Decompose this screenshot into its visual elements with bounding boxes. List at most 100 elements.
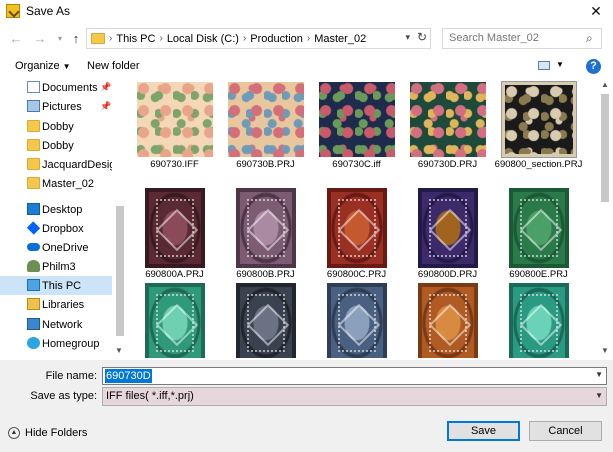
sidebar-item-dobby[interactable]: Dobby — [0, 136, 112, 155]
homegroup-icon — [27, 337, 40, 349]
search-input[interactable]: Search Master_02 — [442, 28, 602, 49]
rug-pattern — [327, 189, 386, 267]
address-bar[interactable]: › This PC › Local Disk (C:) › Production… — [86, 28, 431, 49]
title-bar: Save As ✕ — [0, 0, 613, 22]
forward-arrow-icon[interactable]: → — [30, 30, 50, 48]
file-item[interactable]: 690800_section.PRJ — [493, 81, 584, 170]
sidebar-item-label: Documents — [42, 81, 98, 94]
sidebar-item-pictures[interactable]: Pictures 📌 — [0, 97, 112, 116]
file-item[interactable]: 690730D.PRJ — [402, 82, 493, 170]
save-type-select[interactable]: IFF files( *.iff,*.prj) ▼ — [102, 387, 607, 406]
sidebar-item-label: Network — [42, 318, 83, 331]
file-item[interactable]: 690800E.PRJ — [493, 188, 584, 280]
file-item[interactable] — [129, 283, 220, 358]
save-type-value: IFF files( *.iff,*.prj) — [106, 390, 194, 402]
rug-pattern — [418, 284, 477, 358]
sidebar-item-philm3[interactable]: Philm3 — [0, 257, 112, 276]
pin-icon: 📌 — [100, 82, 112, 92]
sidebar-item-jacquarddesigne[interactable]: JacquardDesigne — [0, 155, 112, 174]
file-item[interactable]: 690730.IFF — [129, 82, 220, 170]
close-button[interactable]: ✕ — [579, 0, 613, 22]
sidebar-item-label: OneDrive — [42, 241, 89, 254]
breadcrumb-production[interactable]: Production — [250, 33, 303, 45]
navigation-bar: ← → ▾ ↑ › This PC › Local Disk (C:) › Pr… — [0, 26, 613, 52]
sidebar-item-this-pc[interactable]: This PC — [0, 276, 112, 295]
sidebar-item-libraries[interactable]: Libraries — [0, 295, 112, 314]
dropbox-icon — [26, 221, 41, 235]
sidebar-item-dropbox[interactable]: Dropbox — [0, 219, 112, 238]
view-dropdown-icon[interactable]: ▼ — [556, 60, 564, 69]
file-name-field[interactable]: 690730D ▼ — [102, 367, 607, 385]
scroll-down-icon[interactable]: ▼ — [601, 346, 609, 355]
file-item[interactable] — [311, 283, 402, 358]
cancel-button[interactable]: Cancel — [529, 421, 602, 441]
sidebar-item-label: Master_02 — [42, 177, 94, 190]
file-item[interactable]: 690800B.PRJ — [220, 188, 311, 280]
sidebar-item-label: Dobby — [42, 120, 74, 133]
breadcrumb-master-02[interactable]: Master_02 — [314, 33, 366, 45]
rug-thumbnail — [144, 283, 205, 358]
window-title: Save As — [26, 4, 71, 18]
view-options-icon[interactable] — [538, 61, 550, 70]
toolbar: Organize ▼ New folder ▼ ? — [0, 56, 613, 78]
folder-icon — [27, 158, 40, 170]
sidebar-item-homegroup[interactable]: Homegroup — [0, 334, 112, 353]
file-item[interactable] — [220, 283, 311, 358]
file-name-value: 690730D — [105, 369, 152, 383]
sidebar-item-documents[interactable]: Documents 📌 — [0, 78, 112, 97]
sidebar-scrollbar[interactable]: ▼ — [114, 78, 126, 358]
rug-thumbnail — [235, 188, 296, 268]
breadcrumb-this-pc[interactable]: This PC — [116, 33, 155, 45]
sidebar-item-onedrive[interactable]: OneDrive — [0, 238, 112, 257]
sidebar-item-label: JacquardDesigne — [42, 158, 112, 171]
save-button[interactable]: Save — [447, 421, 520, 441]
file-item[interactable]: 690800C.PRJ — [311, 188, 402, 280]
file-name-dropdown-icon[interactable]: ▼ — [595, 370, 603, 379]
file-name: 690800_section.PRJ — [494, 159, 583, 170]
file-item[interactable]: 690730B.PRJ — [220, 82, 311, 170]
hide-folders-button[interactable]: ▲ Hide Folders — [8, 427, 87, 439]
file-item[interactable]: 690800A.PRJ — [129, 188, 220, 280]
content-scroll-thumb[interactable] — [601, 94, 609, 202]
rug-pattern — [145, 189, 204, 267]
rug-thumbnail — [144, 188, 205, 268]
file-item[interactable] — [493, 283, 584, 358]
sidebar-scroll-thumb[interactable] — [116, 206, 124, 336]
content-scrollbar[interactable]: ▲ ▼ — [598, 78, 612, 358]
breadcrumb-local-disk[interactable]: Local Disk (C:) — [167, 33, 239, 45]
organize-button[interactable]: Organize ▼ — [15, 60, 71, 72]
file-name: 690730.IFF — [150, 159, 199, 170]
file-name: 690730C.iff — [332, 159, 381, 170]
navigation-pane: Documents 📌 Pictures 📌 Dobby Dobby JacquardDes… — [0, 78, 125, 358]
sidebar-item-label: Dobby — [42, 139, 74, 152]
address-dropdown-icon[interactable]: ▾ — [405, 32, 410, 43]
sidebar-scroll-down-icon[interactable]: ▼ — [115, 346, 123, 355]
rug-thumbnail — [235, 283, 296, 358]
file-item[interactable] — [402, 283, 493, 358]
new-folder-button[interactable]: New folder — [87, 60, 140, 72]
onedrive-icon — [27, 243, 40, 251]
file-item[interactable]: 690730C.iff — [311, 82, 402, 170]
app-icon — [6, 4, 20, 18]
sidebar-item-dobby[interactable]: Dobby — [0, 117, 112, 136]
rug-pattern — [236, 284, 295, 358]
file-item[interactable]: 690800D.PRJ — [402, 188, 493, 280]
fabric-pattern — [409, 82, 486, 157]
rug-thumbnail — [508, 283, 569, 358]
fabric-thumbnail — [227, 82, 304, 157]
folder-icon — [27, 120, 40, 132]
sidebar-item-label: Homegroup — [42, 337, 100, 350]
scroll-up-icon[interactable]: ▲ — [601, 80, 609, 89]
sidebar-item-network[interactable]: Network — [0, 315, 112, 334]
file-name: 690800E.PRJ — [509, 269, 568, 280]
up-arrow-icon[interactable]: ↑ — [66, 30, 86, 48]
sidebar-item-master-02[interactable]: Master_02 — [0, 174, 112, 193]
save-type-label: Save as type: — [30, 390, 97, 402]
search-icon: ⌕ — [586, 31, 593, 45]
sidebar-item-desktop[interactable]: Desktop — [0, 200, 112, 219]
refresh-icon[interactable]: ↻ — [417, 30, 427, 44]
back-arrow-icon[interactable]: ← — [6, 30, 26, 48]
rug-thumbnail — [508, 188, 569, 268]
help-icon[interactable]: ? — [586, 59, 601, 74]
fabric-thumbnail — [136, 82, 213, 157]
